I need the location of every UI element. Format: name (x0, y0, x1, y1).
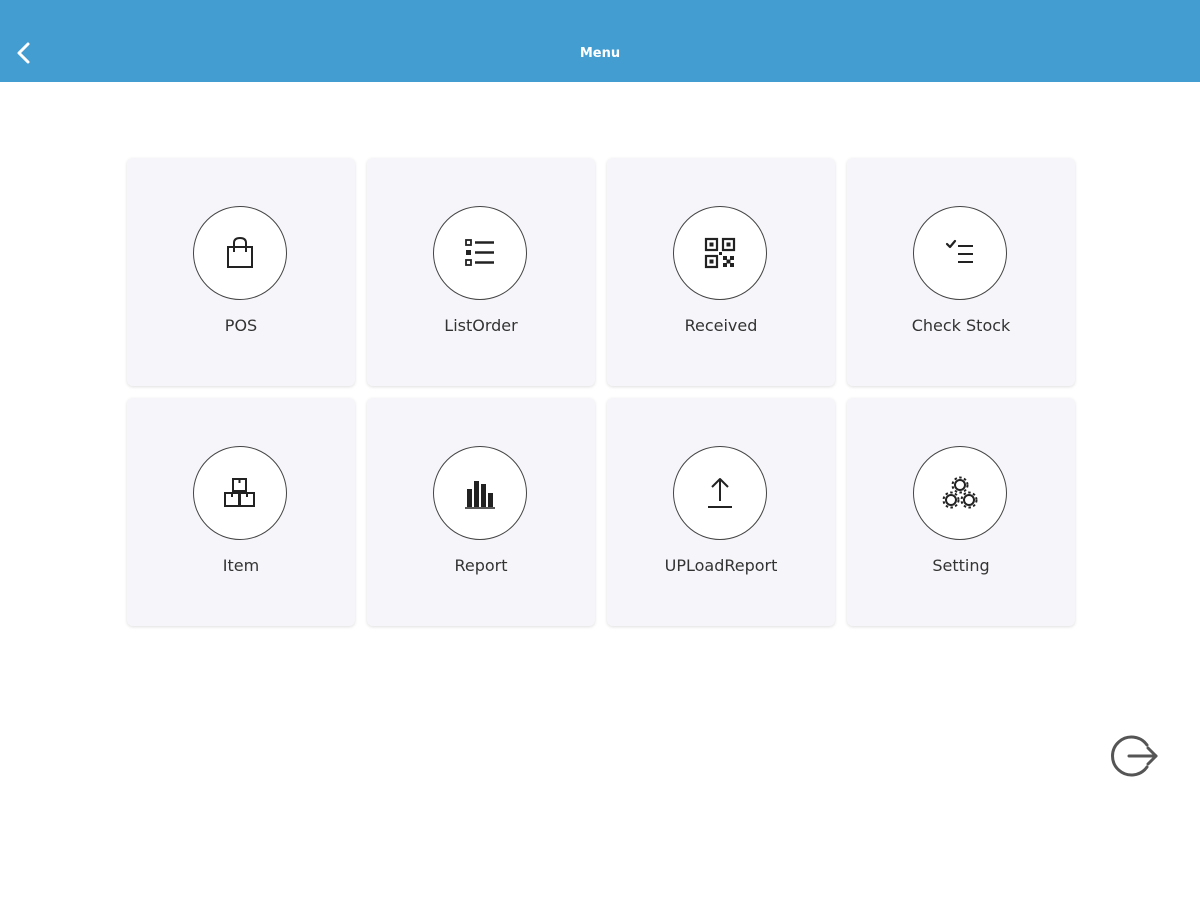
menu-tile-icon-circle (673, 206, 767, 300)
app-header: Menu (0, 0, 1200, 82)
menu-tile-icon-circle (193, 206, 287, 300)
menu-tile-label: UPLoadReport (664, 556, 778, 575)
boxes-icon (224, 478, 255, 507)
menu-tile-report[interactable]: Report (367, 398, 595, 626)
menu-tile-icon-circle (433, 206, 527, 300)
menu-tile-label: Received (684, 316, 758, 335)
menu-tile-received[interactable]: Received (607, 158, 835, 386)
menu-tile-icon-circle (193, 446, 287, 540)
menu-tile-icon-circle (913, 446, 1007, 540)
gears-icon (942, 476, 978, 509)
shopping-bag-icon (227, 236, 253, 268)
menu-tile-icon-circle (673, 446, 767, 540)
menu-tile-pos[interactable]: POS (127, 158, 355, 386)
list-icon (465, 239, 494, 266)
menu-tile-item[interactable]: Item (127, 398, 355, 626)
menu-tile-label: Item (222, 556, 260, 575)
logout-button[interactable] (1110, 730, 1162, 782)
menu-tile-label: Setting (932, 556, 990, 575)
menu-tile-uploadreport[interactable]: UPLoadReport (607, 398, 835, 626)
menu-tile-label: Check Stock (911, 316, 1011, 335)
menu-grid: POS ListOrder Received Check Stock Item … (127, 158, 1077, 626)
menu-tile-setting[interactable]: Setting (847, 398, 1075, 626)
menu-tile-label: Report (454, 556, 508, 575)
menu-tile-label: POS (224, 316, 258, 335)
bar-chart-icon (465, 481, 495, 509)
checklist-icon (945, 239, 973, 263)
logout-icon (1111, 735, 1158, 777)
qr-code-icon (704, 237, 736, 269)
page-title: Menu (579, 46, 621, 61)
menu-tile-listorder[interactable]: ListOrder (367, 158, 595, 386)
menu-tile-label: ListOrder (444, 316, 518, 335)
menu-tile-icon-circle (913, 206, 1007, 300)
upload-icon (708, 478, 732, 508)
menu-tile-check-stock[interactable]: Check Stock (847, 158, 1075, 386)
menu-tile-icon-circle (433, 446, 527, 540)
